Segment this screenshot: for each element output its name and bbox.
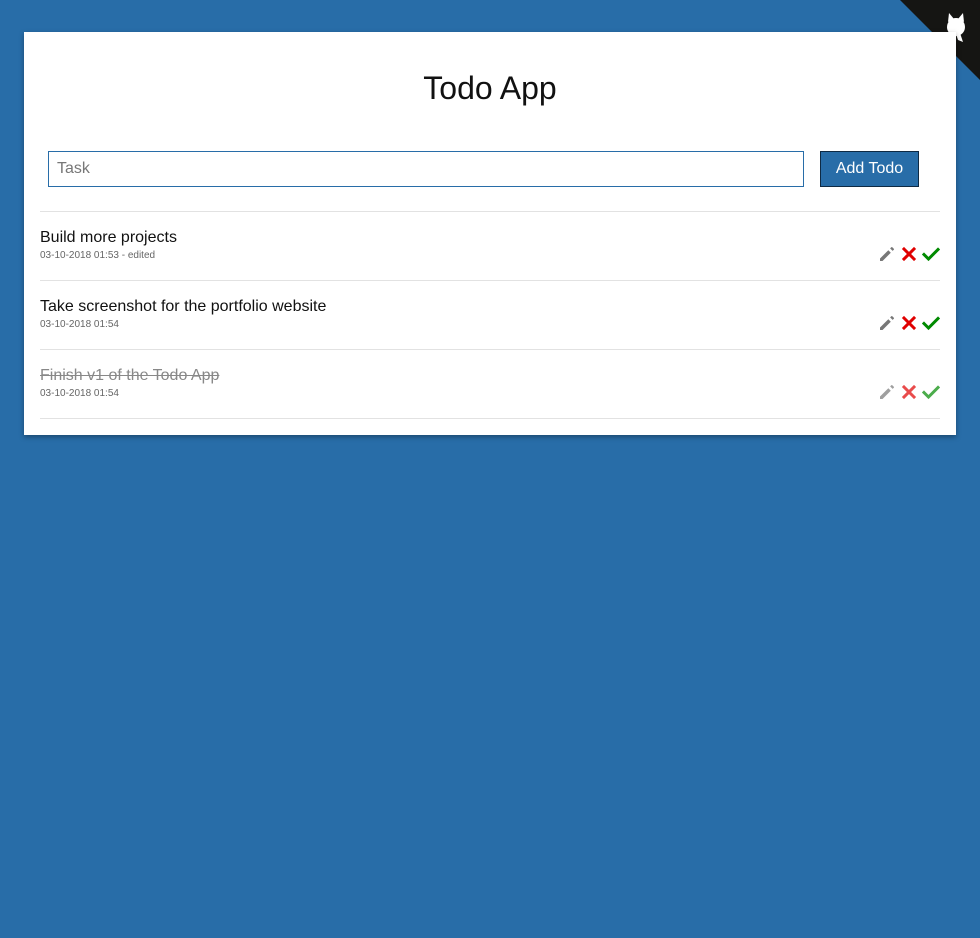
pencil-icon[interactable] [878,245,896,263]
check-icon[interactable] [922,245,940,263]
add-todo-button[interactable]: Add Todo [820,151,919,187]
todo-text: Take screenshot for the portfolio websit… [40,298,327,315]
todo-actions [874,245,940,263]
task-input[interactable] [48,151,804,187]
todo-actions [874,314,940,332]
todo-item: Build more projects 03-10-2018 01:53 - e… [40,212,940,281]
todo-item: Take screenshot for the portfolio websit… [40,281,940,350]
todo-text: Build more projects [40,229,177,246]
todo-text: Finish v1 of the Todo App [40,367,220,384]
close-icon[interactable] [900,383,918,401]
pencil-icon[interactable] [878,383,896,401]
close-icon[interactable] [900,245,918,263]
check-icon[interactable] [922,383,940,401]
todo-list: Build more projects 03-10-2018 01:53 - e… [40,211,940,419]
check-icon[interactable] [922,314,940,332]
page-title: Todo App [423,70,557,106]
pencil-icon[interactable] [878,314,896,332]
todo-timestamp: 03-10-2018 01:54 [40,388,119,399]
todo-actions [874,383,940,401]
todo-timestamp: 03-10-2018 01:54 [40,319,119,330]
todo-timestamp: 03-10-2018 01:53 - edited [40,250,156,261]
todo-card: Todo App Add Todo Build more projects 03… [24,32,956,435]
todo-item-completed: Finish v1 of the Todo App 03-10-2018 01:… [40,350,940,419]
close-icon[interactable] [900,314,918,332]
